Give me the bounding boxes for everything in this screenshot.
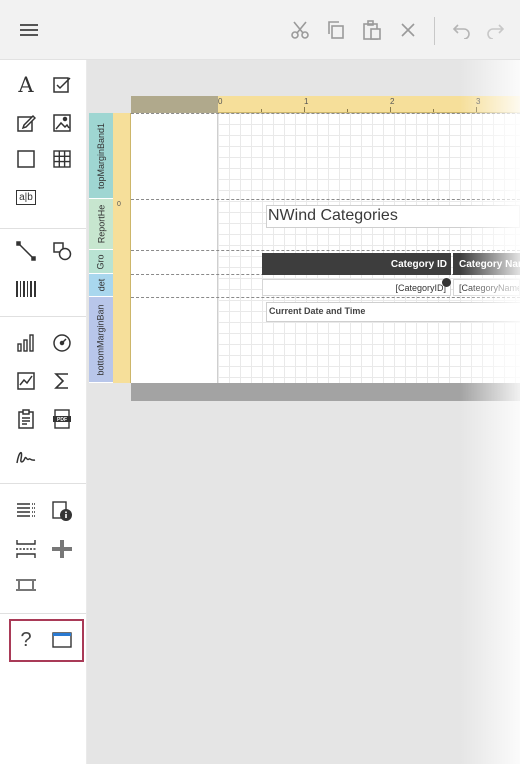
barcode-tool-icon[interactable] — [11, 274, 41, 304]
ruler-number: 3 — [476, 97, 481, 106]
rich-text-tool-glyph: a|b — [16, 189, 36, 205]
ruler-tick — [304, 107, 305, 112]
shape-tool-icon[interactable] — [47, 236, 77, 266]
label-tool[interactable]: A — [11, 70, 41, 100]
vertical-ruler: 0 — [113, 113, 131, 383]
svg-text:PDF: PDF — [57, 417, 67, 423]
ruler-corner — [131, 96, 218, 113]
undo-icon[interactable] — [447, 16, 475, 44]
horizontal-ruler: 0 1 2 3 — [218, 96, 520, 113]
band-boundary — [131, 199, 520, 200]
chart-tool-icon[interactable] — [11, 328, 41, 358]
left-margin — [131, 113, 218, 383]
current-date-time-label[interactable]: Current Date and Time — [266, 302, 520, 322]
page-break-tool-icon[interactable] — [11, 534, 41, 564]
subreport-tool-icon[interactable] — [11, 404, 41, 434]
band-label-text: bottomMarginBan — [96, 303, 107, 376]
band-label-detail[interactable]: det — [89, 274, 113, 297]
signature-tool-icon[interactable] — [11, 442, 41, 472]
close-icon[interactable] — [394, 16, 422, 44]
line-tool-icon[interactable] — [11, 236, 41, 266]
help-tool[interactable]: ? — [11, 625, 41, 655]
ruler-number: 0 — [117, 201, 121, 208]
scissors-icon[interactable] — [286, 16, 314, 44]
ruler-tick — [476, 107, 477, 112]
band-label-bottom-margin[interactable]: bottomMarginBan — [89, 297, 113, 383]
help-icon: ? — [20, 628, 32, 651]
band-label-group-header[interactable]: Gro — [89, 250, 113, 274]
band-boundary — [131, 297, 520, 298]
main-toolbar — [0, 0, 520, 60]
gauge-tool-icon[interactable] — [47, 328, 77, 358]
rich-text-tool[interactable]: a|b — [11, 182, 41, 212]
picture-box-tool-icon[interactable] — [47, 108, 77, 138]
cross-band-box-tool-icon[interactable] — [11, 570, 41, 600]
report-title-label[interactable]: NWind Categories — [266, 205, 520, 228]
pdf-content-tool-icon[interactable]: PDF — [47, 404, 77, 434]
ruler-tick — [261, 109, 262, 112]
toolbox-panel: A a|b PDF ? — [0, 60, 87, 764]
report-page[interactable]: NWind Categories Category ID Category Na… — [131, 113, 520, 383]
band-label-text: Gro — [95, 253, 106, 270]
label-tool-glyph: A — [18, 73, 34, 97]
toolbox-separator — [0, 228, 86, 229]
ruler-tick — [433, 109, 434, 112]
band-label-top-margin[interactable]: topMarginBand1 — [89, 113, 113, 199]
band-boundary — [131, 250, 520, 251]
band-boundary — [131, 113, 520, 114]
table-of-contents-tool-icon[interactable] — [11, 496, 41, 526]
report-designer: A a|b PDF ? 0 1 2 3 topMarginBand1 Repor… — [0, 0, 520, 764]
band-label-text: ReportHe — [96, 204, 106, 244]
ruler-tick — [347, 109, 348, 112]
toolbox-separator — [0, 316, 86, 317]
copy-icon[interactable] — [322, 16, 350, 44]
toolbox-separator — [0, 483, 86, 484]
hamburger-menu-icon[interactable] — [15, 16, 43, 44]
edit-text-tool-icon[interactable] — [11, 108, 41, 138]
ruler-number: 2 — [390, 97, 395, 106]
sigma-summary-icon[interactable] — [47, 366, 77, 396]
toolbar-separator — [434, 17, 435, 45]
panel-tool-icon[interactable] — [11, 144, 41, 174]
cross-band-line-tool-icon[interactable] — [47, 534, 77, 564]
category-id-field-cell[interactable]: [CategoryID] — [262, 279, 451, 296]
ruler-number: 1 — [304, 97, 309, 106]
table-tool-icon[interactable] — [47, 144, 77, 174]
band-label-report-header[interactable]: ReportHe — [89, 199, 113, 250]
sparkline-tool-icon[interactable] — [11, 366, 41, 396]
checkbox-tool-icon[interactable] — [47, 70, 77, 100]
data-binding-icon — [442, 278, 451, 287]
category-name-field-cell[interactable]: [CategoryName] — [453, 279, 520, 296]
band-label-text: det — [95, 278, 106, 292]
redo-icon[interactable] — [482, 16, 510, 44]
ruler-number: 0 — [218, 97, 223, 106]
page-info-tool-icon[interactable] — [47, 496, 77, 526]
design-surface[interactable]: 0 1 2 3 topMarginBand1 ReportHe Gro det … — [87, 60, 520, 764]
toolbox-separator — [0, 613, 86, 614]
clipboard-icon[interactable] — [358, 16, 386, 44]
category-id-header-cell[interactable]: Category ID — [262, 253, 451, 275]
ruler-tick — [390, 107, 391, 112]
window-tool-icon[interactable] — [47, 625, 77, 655]
page-bottom-edge — [131, 383, 520, 401]
band-label-text: topMarginBand1 — [96, 122, 107, 189]
category-name-header-cell[interactable]: Category Name — [453, 253, 520, 275]
